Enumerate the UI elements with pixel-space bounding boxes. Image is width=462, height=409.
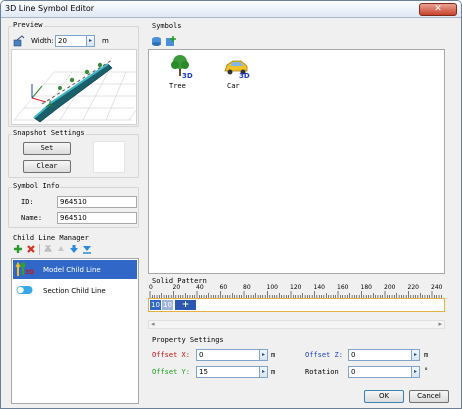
dialog-window: 3D Line Symbol Editor ✕ Preview Width: 2… [0, 0, 462, 409]
id-input[interactable]: 964510 [57, 196, 137, 208]
name-label: Name: [21, 214, 43, 222]
ruler-tick-label: 180 [360, 284, 372, 291]
symbols-heading: Symbols [151, 22, 183, 30]
pattern-cell-1-value: 10 [151, 301, 160, 309]
model-child-line-label: Model Child Line [43, 266, 101, 274]
width-input[interactable]: 20 ▸ [55, 35, 95, 47]
tree-label: Tree [169, 82, 186, 90]
preview-canvas[interactable] [11, 49, 137, 125]
rotation-unit: ° [424, 367, 429, 375]
offset-x-spin[interactable]: ▸ [259, 350, 267, 360]
offset-y-spin[interactable]: ▸ [259, 367, 267, 377]
model-badge: 3D [25, 269, 35, 276]
offset-x-unit: m [271, 351, 276, 359]
car-badge: 3D [239, 72, 250, 80]
pattern-cell-2-value: 10 [163, 301, 172, 309]
name-value: 964510 [60, 214, 87, 222]
width-unit: m [102, 37, 109, 45]
preview-scene [13, 59, 137, 123]
add-icon[interactable] [13, 244, 23, 254]
move-up-icon[interactable] [56, 244, 66, 254]
ruler-tick-label: 100 [266, 284, 278, 291]
ruler-tick-label: 140 [313, 284, 325, 291]
delete-icon[interactable] [26, 244, 36, 254]
move-top-icon[interactable] [43, 244, 53, 254]
offset-z-label: Offset Z: [305, 351, 343, 359]
database-icon[interactable] [151, 36, 162, 47]
offset-x-value: 0 [199, 351, 204, 359]
pattern-add-button[interactable]: + [175, 300, 196, 310]
offset-y-unit: m [271, 368, 276, 376]
width-spin-button[interactable]: ▸ [86, 36, 94, 46]
ruler-tick-label: 80 [243, 284, 251, 291]
offset-z-value: 0 [351, 351, 356, 359]
move-down-icon[interactable] [69, 244, 79, 254]
scroll-left-arrow[interactable]: ◂ [151, 320, 155, 328]
pattern-add-label: + [181, 300, 190, 310]
tree-badge: 3D [182, 72, 193, 80]
offset-x-label: Offset X: [152, 351, 190, 359]
section-child-line-label: Section Child Line [43, 287, 106, 295]
width-label: Width: [31, 37, 54, 45]
title-bar: 3D Line Symbol Editor ✕ [1, 1, 461, 18]
rotate-view-icon[interactable] [13, 35, 25, 47]
set-button[interactable]: Set [23, 142, 71, 155]
ruler-tick-label: 120 [290, 284, 302, 291]
symbol-tree[interactable]: 3D Tree [165, 53, 195, 93]
window-title: 3D Line Symbol Editor [5, 4, 95, 13]
symbol-info-heading: Symbol Info [12, 182, 61, 190]
ruler-tick-label: 160 [337, 284, 349, 291]
symbol-car[interactable]: 3D Car [223, 53, 253, 93]
offset-z-spin[interactable]: ▸ [411, 350, 419, 360]
list-item-model-child-line[interactable]: 3D Model Child Line [13, 260, 137, 279]
id-value: 964510 [60, 198, 87, 206]
name-input[interactable]: 964510 [57, 212, 137, 224]
ruler-tick-label: 20 [172, 284, 181, 291]
snapshot-thumbnail [93, 141, 125, 173]
offset-y-value: 15 [199, 368, 208, 376]
offset-z-unit: m [424, 351, 429, 359]
rotation-value: 0 [351, 368, 356, 376]
child-manager-toolbar [11, 243, 139, 257]
symbols-panel[interactable]: 3D Tree 3D Car [148, 49, 445, 274]
ok-button[interactable]: OK [364, 390, 404, 403]
offset-y-label: Offset Y: [152, 368, 190, 376]
ruler-tick-label: 0 [149, 284, 153, 291]
ruler-tick-label: 60 [219, 284, 228, 291]
offset-x-input[interactable]: 0 ▸ [196, 349, 268, 361]
ruler-tick-label: 220 [407, 284, 419, 291]
add-symbol-icon[interactable] [165, 36, 176, 47]
section-line-icon [16, 285, 33, 295]
preview-heading: Preview [12, 21, 44, 29]
ruler-tick-label: 40 [196, 284, 204, 291]
clear-button[interactable]: Clear [23, 160, 71, 173]
scroll-right-arrow[interactable]: ▸ [438, 320, 442, 328]
pattern-scrollbar[interactable]: ◂ ▸ [148, 320, 445, 329]
snapshot-heading: Snapshot Settings [12, 129, 86, 137]
rotation-label: Rotation [305, 368, 339, 376]
property-heading: Property Settings [151, 336, 225, 344]
id-label: ID: [21, 198, 34, 206]
move-bottom-icon[interactable] [82, 244, 92, 254]
preview-toolbar: Width: 20 ▸ m [11, 34, 137, 48]
child-line-list[interactable]: 3D Model Child Line Section Child Line [11, 258, 139, 404]
car-label: Car [227, 82, 240, 90]
ruler-tick-label: 240 [431, 284, 443, 291]
offset-y-input[interactable]: 15 ▸ [196, 366, 268, 378]
pattern-track[interactable]: 10 10 + [148, 298, 445, 312]
pattern-cell-1[interactable]: 10 [150, 300, 161, 310]
pattern-cell-2[interactable]: 10 [162, 300, 173, 310]
close-button[interactable]: ✕ [419, 3, 457, 16]
offset-z-input[interactable]: 0 ▸ [348, 349, 420, 361]
symbols-toolbar [149, 35, 229, 48]
rotation-input[interactable]: 0 ▸ [348, 366, 420, 378]
pattern-ruler: 0 20 40 60 80 100 120 140 160 180 200 220 240 [148, 284, 445, 298]
child-manager-heading: Child Line Manager [12, 234, 90, 242]
list-item-section-child-line[interactable]: Section Child Line [13, 281, 137, 300]
cancel-button[interactable]: Cancel [409, 390, 449, 403]
toolbar-separator [39, 244, 40, 255]
width-value: 20 [58, 37, 67, 45]
ruler-tick-label: 200 [384, 284, 396, 291]
rotation-spin[interactable]: ▸ [411, 367, 419, 377]
